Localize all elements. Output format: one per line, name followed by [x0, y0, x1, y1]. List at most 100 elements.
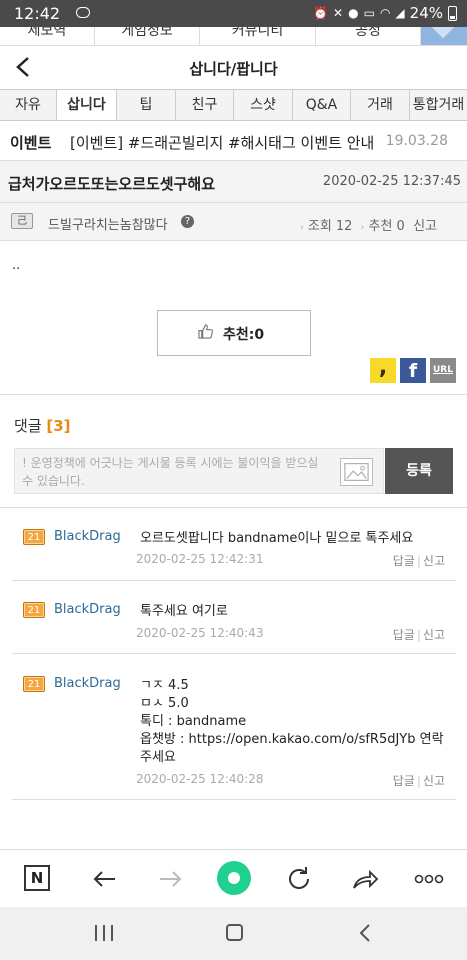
system-navigation-bar: [0, 907, 467, 960]
comment-date: 2020-02-25 12:42:31: [136, 552, 264, 566]
diamond-icon[interactable]: [421, 27, 467, 45]
notice-date: 19.03.28: [385, 133, 448, 149]
comment-line: 주세요: [140, 750, 176, 765]
comment-item: 21 BlackDrag ㄱㅈ 4.5 ㅁㅅ 5.0 톡디 : bandname…: [0, 676, 467, 791]
comment-item: 21 BlackDrag 톡주세요 여기로 2020-02-25 12:40:4…: [0, 602, 467, 657]
forward-icon[interactable]: [155, 864, 185, 894]
naver-home-icon[interactable]: N: [24, 865, 50, 891]
comment-actions: 답글 | 신고: [392, 554, 445, 568]
comment-line: ㅁㅅ 5.0: [140, 696, 189, 711]
comment-author[interactable]: BlackDrag: [54, 602, 121, 617]
report-link[interactable]: 신고: [423, 628, 445, 642]
reply-link[interactable]: 답글: [393, 554, 415, 568]
top-menu-item[interactable]: 제보역: [0, 27, 95, 45]
alarm-icon: ⏰: [313, 6, 329, 20]
divider: [12, 799, 456, 800]
comment-line: 오르도셋팝니다 bandname이나 밑으로 톡주세요: [140, 531, 414, 546]
recommend-count: 추천 0: [368, 219, 405, 234]
recommend-label: 추천:0: [223, 327, 265, 343]
commenter-level-badge: 21: [23, 676, 45, 692]
comment-line: 톡주세요 여기로: [140, 604, 228, 619]
recommend-button[interactable]: 추천:0: [157, 310, 311, 356]
kakaotalk-notification-icon: [76, 7, 90, 18]
comments-header: 댓글 [3]: [14, 415, 71, 436]
facebook-share-icon[interactable]: f: [400, 358, 426, 383]
comment-date: 2020-02-25 12:40:28: [136, 772, 264, 786]
url-share-icon[interactable]: URL: [430, 358, 456, 383]
comment-author[interactable]: BlackDrag: [54, 676, 121, 691]
author-level-badge: 己: [11, 213, 33, 229]
help-icon[interactable]: ?: [181, 215, 194, 228]
image-attach-icon[interactable]: [340, 458, 373, 486]
top-menu-item[interactable]: 커뮤니티: [200, 27, 316, 45]
top-menu: 제보역 게임정보 커뮤니티 공정: [0, 27, 467, 46]
tab-friend[interactable]: 친구: [176, 90, 234, 120]
divider: [0, 394, 467, 395]
comment-actions: 답글 | 신고: [392, 774, 445, 788]
refresh-icon[interactable]: [284, 864, 314, 894]
tab-free[interactable]: 자유: [0, 90, 57, 120]
mute-icon: ✕: [333, 6, 344, 20]
comment-author[interactable]: BlackDrag: [54, 529, 121, 544]
post-author-row: 己 드빌구라치는놈참많다 ? › 조회 12 › 추천 0 신고: [0, 203, 467, 241]
notice-text[interactable]: [이벤트] #드래곤빌리지 #해시태그 이벤트 안내: [70, 132, 374, 153]
recent-apps-icon[interactable]: [95, 925, 113, 941]
post-body: ..: [12, 258, 21, 273]
top-menu-item[interactable]: 게임정보: [95, 27, 200, 45]
comment-input[interactable]: ! 운영정책에 어긋나는 게시물 등록 시에는 불이익을 받으실 수 있습니다.: [14, 448, 384, 494]
divider: [0, 507, 467, 508]
comment-date: 2020-02-25 12:40:43: [136, 626, 264, 640]
system-back-icon[interactable]: [357, 923, 373, 943]
report-link[interactable]: 신고: [413, 219, 437, 234]
comment-line: ㄱㅈ 4.5: [140, 678, 189, 693]
status-time: 12:42: [14, 4, 61, 23]
kakaostory-share-icon[interactable]: ,: [370, 357, 396, 383]
post-author[interactable]: 드빌구라치는놈참많다: [48, 214, 168, 233]
tab-trade[interactable]: 거래: [351, 90, 410, 120]
board-tabs: 자유 삽니다 팁 친구 스샷 Q&A 거래 통합거래: [0, 89, 467, 121]
status-bar: 12:42 ⏰ ✕ ● ▭ ◠ ◢ 24%: [0, 0, 467, 27]
comment-placeholder: ! 운영정책에 어긋나는 게시물 등록 시에는 불이익을 받으실 수 있습니다.: [22, 456, 319, 488]
status-icons: ⏰ ✕ ● ▭ ◠ ◢ 24%: [313, 4, 457, 22]
divider: [12, 653, 456, 654]
commenter-level-badge: 21: [23, 529, 45, 545]
report-link[interactable]: 신고: [423, 774, 445, 788]
commenter-level-badge: 21: [23, 602, 45, 618]
reply-link[interactable]: 답글: [393, 628, 415, 642]
signal-icon: ◢: [395, 6, 405, 20]
location-icon: ●: [348, 6, 359, 20]
page-header: 삽니다/팝니다: [0, 46, 467, 90]
tab-screenshot[interactable]: 스샷: [234, 90, 293, 120]
top-menu-item[interactable]: 공정: [316, 27, 421, 45]
share-icon[interactable]: [350, 864, 380, 894]
wifi-icon: ◠: [379, 6, 391, 20]
battery-percent: 24%: [409, 4, 443, 22]
view-count: 조회 12: [307, 219, 353, 234]
green-home-button-icon[interactable]: [217, 861, 251, 895]
back-icon[interactable]: [90, 864, 120, 894]
comment-submit-button[interactable]: 등록: [385, 448, 453, 494]
hd-icon: ▭: [363, 6, 375, 20]
post-date: 2020-02-25 12:37:45: [322, 174, 461, 189]
post-stats: › 조회 12 › 추천 0 신고: [300, 219, 437, 234]
comments-title: 댓글: [14, 417, 42, 435]
tab-buy[interactable]: 삽니다: [57, 90, 117, 120]
comments-count: [3]: [46, 417, 71, 435]
page-title: 삽니다/팝니다: [189, 60, 278, 78]
comment-line: 옵챗방 : https://open.kakao.com/o/sfR5dJYb …: [140, 732, 444, 747]
browser-toolbar: N: [0, 849, 467, 907]
comment-actions: 답글 | 신고: [392, 628, 445, 642]
report-link[interactable]: 신고: [423, 554, 445, 568]
battery-icon: [448, 5, 457, 21]
tab-qna[interactable]: Q&A: [293, 90, 351, 120]
divider: [12, 580, 456, 581]
comment-text: 오르도셋팝니다 bandname이나 밑으로 톡주세요: [140, 530, 445, 548]
home-icon[interactable]: [226, 924, 243, 941]
tab-integrated-trade[interactable]: 통합거래: [410, 90, 467, 120]
event-notice[interactable]: 이벤트 [이벤트] #드래곤빌리지 #해시태그 이벤트 안내 19.03.28: [0, 121, 467, 161]
comment-line: 톡디 : bandname: [140, 714, 247, 729]
more-options-icon[interactable]: [413, 864, 445, 894]
reply-link[interactable]: 답글: [393, 774, 415, 788]
comment-text: ㄱㅈ 4.5 ㅁㅅ 5.0 톡디 : bandname 옵챗방 : https:…: [140, 677, 445, 767]
tab-tip[interactable]: 팁: [117, 90, 176, 120]
